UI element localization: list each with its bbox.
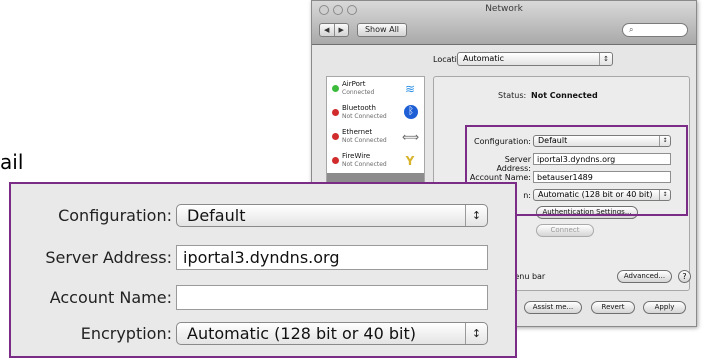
service-name: Ethernet bbox=[342, 128, 373, 136]
titlebar: Network ◀ ▶ Show All ⌕ bbox=[312, 1, 696, 45]
firewire-icon: Y bbox=[405, 154, 415, 168]
stepper-arrows-icon: ↕ bbox=[599, 53, 612, 65]
service-item-bluetooth[interactable]: Bluetooth Not Connected ᛒ bbox=[327, 101, 424, 125]
service-item-airport[interactable]: AirPort Connected ≋ bbox=[327, 77, 424, 101]
ethernet-icon: ⟺ bbox=[402, 130, 420, 144]
zoom-server-address-field[interactable]: iportal3.dyndns.org bbox=[176, 245, 488, 270]
stepper-arrows-icon: ↕ bbox=[465, 205, 487, 226]
assist-me-button[interactable]: Assist me... bbox=[524, 301, 582, 314]
zoom-configuration-select[interactable]: Default ↕ bbox=[176, 204, 488, 227]
forward-button[interactable]: ▶ bbox=[335, 24, 349, 36]
revert-button[interactable]: Revert bbox=[591, 301, 635, 314]
zoom-encryption-label: Encryption: bbox=[80, 324, 172, 343]
back-button[interactable]: ◀ bbox=[320, 24, 335, 36]
zoom-account-name-field[interactable] bbox=[176, 285, 488, 310]
status-value: Not Connected bbox=[531, 91, 598, 100]
service-item-firewire[interactable]: FireWire Not Connected Y bbox=[327, 149, 424, 173]
wifi-icon: ≋ bbox=[404, 82, 416, 96]
location-select[interactable]: Automatic ↕ bbox=[457, 52, 613, 66]
search-field[interactable]: ⌕ bbox=[622, 23, 688, 37]
connect-button[interactable]: Connect bbox=[536, 224, 594, 237]
service-status: Not Connected bbox=[342, 137, 387, 144]
zoom-encryption-value: Automatic (128 bit or 40 bit) bbox=[187, 324, 416, 343]
show-all-button[interactable]: Show All bbox=[357, 23, 407, 37]
zoom-configuration-value: Default bbox=[187, 206, 246, 225]
zoom-configuration-label: Configuration: bbox=[58, 206, 172, 225]
service-status: Connected bbox=[342, 89, 375, 96]
status-dot-icon bbox=[332, 109, 339, 116]
search-icon: ⌕ bbox=[629, 25, 634, 34]
service-name: AirPort bbox=[342, 80, 366, 88]
help-button[interactable]: ? bbox=[678, 270, 691, 283]
apply-button[interactable]: Apply bbox=[643, 301, 686, 314]
service-name: FireWire bbox=[342, 152, 371, 160]
bluetooth-icon: ᛒ bbox=[404, 105, 418, 119]
location-value: Automatic bbox=[463, 54, 505, 63]
stepper-arrows-icon: ↕ bbox=[465, 323, 487, 344]
status-dot-icon bbox=[332, 133, 339, 140]
service-name: Bluetooth bbox=[342, 104, 376, 112]
status-dot-icon bbox=[332, 85, 339, 92]
status-label: Status: bbox=[498, 91, 527, 100]
advanced-button[interactable]: Advanced... bbox=[617, 270, 672, 283]
service-status: Not Connected bbox=[342, 113, 387, 120]
nav-buttons: ◀ ▶ bbox=[319, 23, 349, 37]
service-item-ethernet[interactable]: Ethernet Not Connected ⟺ bbox=[327, 125, 424, 149]
zoom-server-address-label: Server Address: bbox=[45, 248, 172, 267]
zoom-encryption-select[interactable]: Automatic (128 bit or 40 bit) ↕ bbox=[176, 322, 488, 345]
status-dot-icon bbox=[332, 157, 339, 164]
background-partial-text: ail bbox=[0, 150, 24, 174]
window-title: Network bbox=[485, 4, 523, 14]
zoomed-callout: Configuration: Default ↕ Server Address:… bbox=[9, 182, 517, 358]
service-status: Not Connected bbox=[342, 161, 387, 168]
zoom-account-name-label: Account Name: bbox=[49, 288, 172, 307]
